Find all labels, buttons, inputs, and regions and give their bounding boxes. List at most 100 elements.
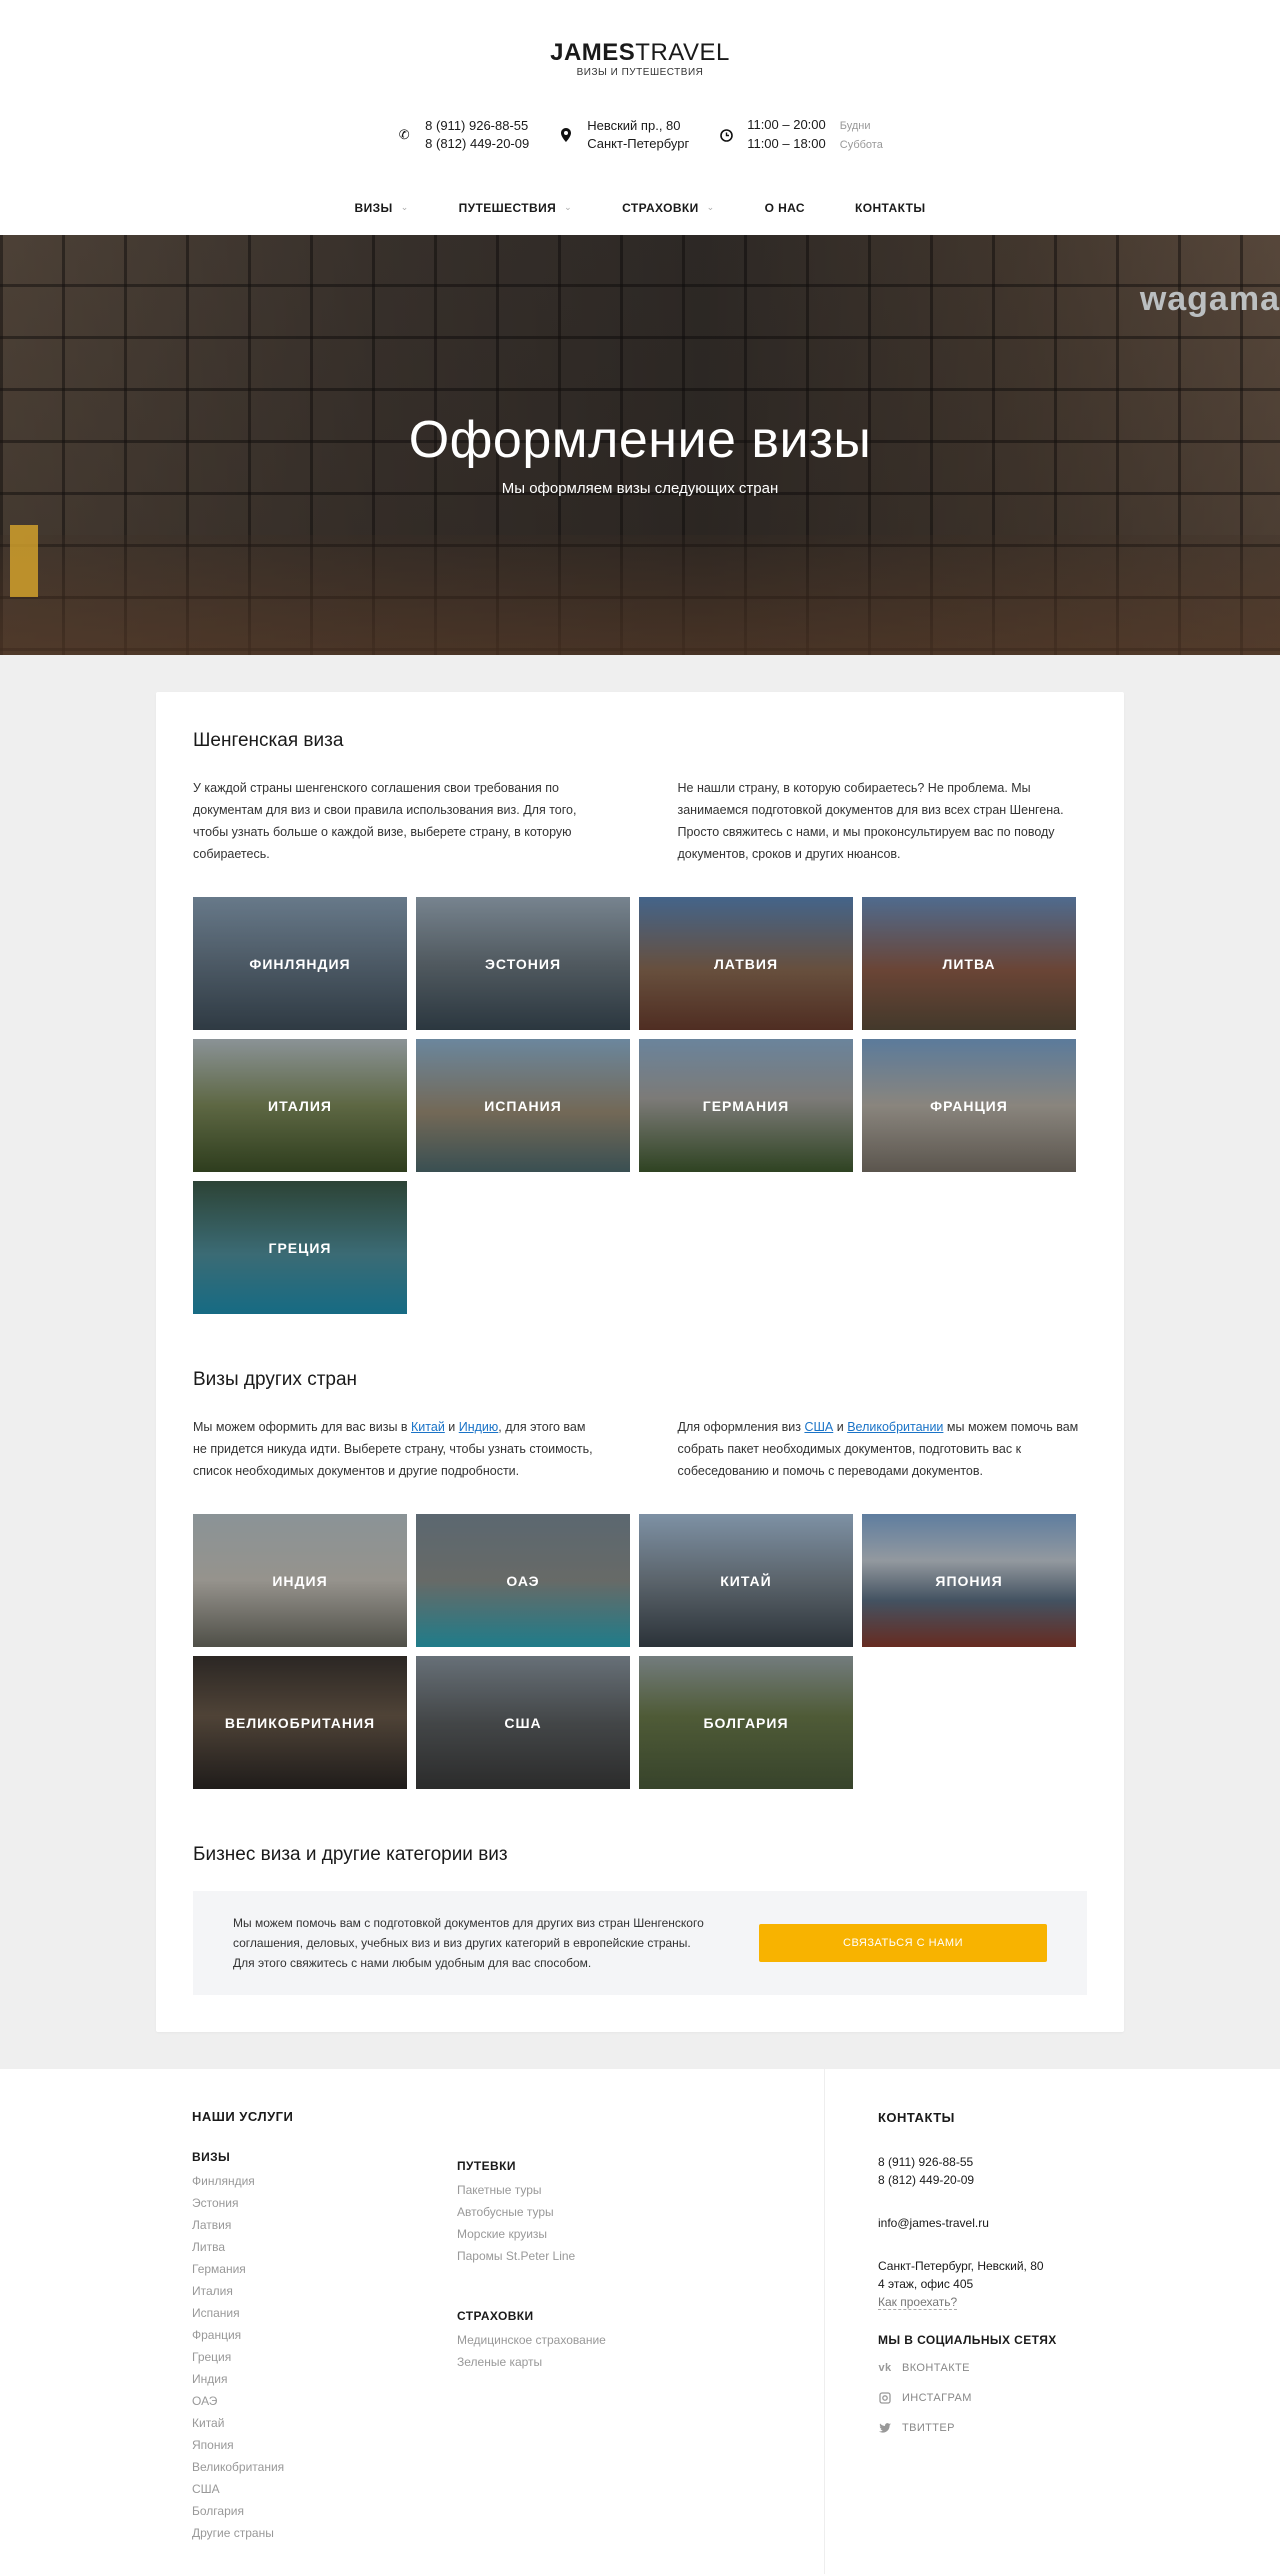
footer-link[interactable]: Медицинское страхование — [457, 2329, 757, 2351]
link-uk[interactable]: Великобритании — [847, 1420, 943, 1434]
hours-weekdays: 11:00 – 20:00 — [747, 117, 826, 132]
country-tile-usa[interactable]: США — [416, 1656, 630, 1789]
nav-item-about[interactable]: О НАС — [740, 201, 830, 215]
footer-link[interactable]: Латвия — [192, 2214, 457, 2236]
logo[interactable]: JAMESTRAVEL ВИЗЫ И ПУТЕШЕСТВИЯ — [0, 40, 1280, 79]
location-pin-icon — [559, 128, 573, 142]
footer-link[interactable]: Италия — [192, 2280, 457, 2302]
country-label: БОЛГАРИЯ — [703, 1714, 789, 1731]
country-tile-germany[interactable]: ГЕРМАНИЯ — [639, 1039, 853, 1172]
other-text-left: Мы можем оформить для вас визы в Китай и… — [193, 1420, 593, 1478]
business-cta-box: Мы можем помочь вам с подготовкой докуме… — [193, 1891, 1087, 1995]
country-tile-china[interactable]: КИТАЙ — [639, 1514, 853, 1647]
nav-label: ВИЗЫ — [354, 201, 393, 215]
link-china[interactable]: Китай — [411, 1420, 445, 1434]
country-tile-uk[interactable]: ВЕЛИКОБРИТАНИЯ — [193, 1656, 407, 1789]
footer-link[interactable]: Греция — [192, 2346, 457, 2368]
footer-trips-list: Пакетные туры Автобусные туры Морские кр… — [457, 2179, 757, 2267]
footer-email[interactable]: info@james-travel.ru — [878, 2214, 1057, 2232]
social-link-instagram[interactable]: ИНСТАГРАМ — [878, 2389, 1057, 2407]
country-tile-estonia[interactable]: ЭСТОНИЯ — [416, 897, 630, 1030]
footer-link[interactable]: Япония — [192, 2434, 457, 2456]
country-tile-france[interactable]: ФРАНЦИЯ — [862, 1039, 1076, 1172]
instagram-icon — [878, 2391, 892, 2405]
other-country-grid: ИНДИЯ ОАЭ КИТАЙ ЯПОНИЯ ВЕЛИКОБРИТАНИЯ СШ… — [193, 1514, 1087, 1789]
country-tile-italy[interactable]: ИТАЛИЯ — [193, 1039, 407, 1172]
footer-link[interactable]: Эстония — [192, 2192, 457, 2214]
country-label: ФРАНЦИЯ — [930, 1097, 1008, 1114]
phone-icon: ✆ — [398, 127, 410, 142]
country-tile-bulgaria[interactable]: БОЛГАРИЯ — [639, 1656, 853, 1789]
footer-link[interactable]: Литва — [192, 2236, 457, 2258]
footer-link[interactable]: Другие страны — [192, 2522, 457, 2544]
country-tile-latvia[interactable]: ЛАТВИЯ — [639, 897, 853, 1030]
header-phone-1[interactable]: 8 (911) 926-88-55 — [425, 117, 529, 135]
schengen-section: Шенгенская виза У каждой страны шенгенск… — [193, 730, 1087, 1314]
footer-link[interactable]: Зеленые карты — [457, 2351, 757, 2373]
footer-phone-2[interactable]: 8 (812) 449-20-09 — [878, 2171, 1057, 2189]
country-tile-spain[interactable]: ИСПАНИЯ — [416, 1039, 630, 1172]
social-links: vk ВКОНТАКТЕ ИНСТАГРАМ ТВИТТЕР — [878, 2359, 1057, 2437]
chevron-down-icon: ⌄ — [706, 201, 715, 212]
country-tile-lithuania[interactable]: ЛИТВА — [862, 897, 1076, 1030]
country-tile-japan[interactable]: ЯПОНИЯ — [862, 1514, 1076, 1647]
footer-link[interactable]: Финляндия — [192, 2170, 457, 2192]
main-content: Шенгенская виза У каждой страны шенгенск… — [0, 655, 1280, 2069]
social-link-twitter[interactable]: ТВИТТЕР — [878, 2419, 1057, 2437]
footer-link[interactable]: Германия — [192, 2258, 457, 2280]
footer-link[interactable]: Автобусные туры — [457, 2201, 757, 2223]
footer-phone-1[interactable]: 8 (911) 926-88-55 — [878, 2153, 1057, 2171]
country-tile-india[interactable]: ИНДИЯ — [193, 1514, 407, 1647]
footer-link[interactable]: США — [192, 2478, 457, 2500]
footer-link[interactable]: Франция — [192, 2324, 457, 2346]
route-link[interactable]: Как проехать? — [878, 2295, 958, 2310]
schengen-text-right: Не нашли страну, в которую собираетесь? … — [677, 781, 1064, 861]
footer-link[interactable]: Великобритания — [192, 2456, 457, 2478]
footer-link[interactable]: Болгария — [192, 2500, 457, 2522]
header-address-1: Невский пр., 80 — [587, 118, 681, 133]
nav-item-visas[interactable]: ВИЗЫ ⌄ — [330, 201, 434, 215]
country-label: ИСПАНИЯ — [484, 1097, 562, 1114]
country-label: ИТАЛИЯ — [268, 1097, 332, 1114]
section-title: Визы других стран — [193, 1369, 358, 1390]
footer-contacts-title: КОНТАКТЫ — [878, 2110, 955, 2125]
twitter-icon — [878, 2421, 892, 2435]
footer-link[interactable]: Китай — [192, 2412, 457, 2434]
country-tile-greece[interactable]: ГРЕЦИЯ — [193, 1181, 407, 1314]
footer-insurance-list: Медицинское страхование Зеленые карты — [457, 2329, 757, 2373]
social-link-vk[interactable]: vk ВКОНТАКТЕ — [878, 2359, 1057, 2377]
hours-saturday: 11:00 – 18:00 — [747, 136, 826, 151]
nav-label: СТРАХОВКИ — [622, 201, 699, 215]
nav-item-travel[interactable]: ПУТЕШЕСТВИЯ ⌄ — [434, 201, 597, 215]
footer-services-title: НАШИ УСЛУГИ — [192, 2109, 294, 2124]
footer-visas-title: ВИЗЫ — [192, 2150, 231, 2164]
footer-link[interactable]: Испания — [192, 2302, 457, 2324]
contact-us-button[interactable]: СВЯЗАТЬСЯ С НАМИ — [759, 1924, 1047, 1962]
other-countries-section: Визы других стран Мы можем оформить для … — [193, 1369, 1087, 1789]
nav-item-insurance[interactable]: СТРАХОВКИ ⌄ — [597, 201, 740, 215]
hero-yellow-sign — [10, 525, 38, 597]
phone-block: ✆ 8 (911) 926-88-55 8 (812) 449-20-09 — [397, 116, 530, 154]
hours-weekdays-label: Будни — [839, 120, 871, 132]
header-phone-2[interactable]: 8 (812) 449-20-09 — [425, 135, 529, 153]
other-text-right: Для оформления виз США и Великобритании … — [677, 1420, 1079, 1478]
link-usa[interactable]: США — [804, 1420, 833, 1434]
site-header: JAMESTRAVEL ВИЗЫ И ПУТЕШЕСТВИЯ ✆ 8 (911)… — [0, 0, 1280, 235]
clock-icon — [719, 128, 733, 142]
footer-insurance-title: СТРАХОВКИ — [457, 2309, 534, 2323]
hours-block: 11:00 – 20:00 Будни 11:00 – 18:00 Суббота — [719, 116, 883, 154]
footer-visas-list: Финляндия Эстония Латвия Литва Германия … — [192, 2170, 457, 2544]
footer-link[interactable]: Пакетные туры — [457, 2179, 757, 2201]
page-title: Оформление визы — [408, 411, 872, 469]
footer-link[interactable]: Индия — [192, 2368, 457, 2390]
business-text: Мы можем помочь вам с подготовкой докуме… — [233, 1916, 704, 1970]
link-india[interactable]: Индию — [459, 1420, 499, 1434]
hero-sign-text: wagama — [1139, 280, 1280, 318]
nav-label: КОНТАКТЫ — [855, 201, 926, 215]
footer-link[interactable]: Морские круизы — [457, 2223, 757, 2245]
footer-link[interactable]: ОАЭ — [192, 2390, 457, 2412]
country-tile-uae[interactable]: ОАЭ — [416, 1514, 630, 1647]
country-tile-finland[interactable]: ФИНЛЯНДИЯ — [193, 897, 407, 1030]
footer-link[interactable]: Паромы St.Peter Line — [457, 2245, 757, 2267]
nav-item-contacts[interactable]: КОНТАКТЫ — [830, 201, 950, 215]
